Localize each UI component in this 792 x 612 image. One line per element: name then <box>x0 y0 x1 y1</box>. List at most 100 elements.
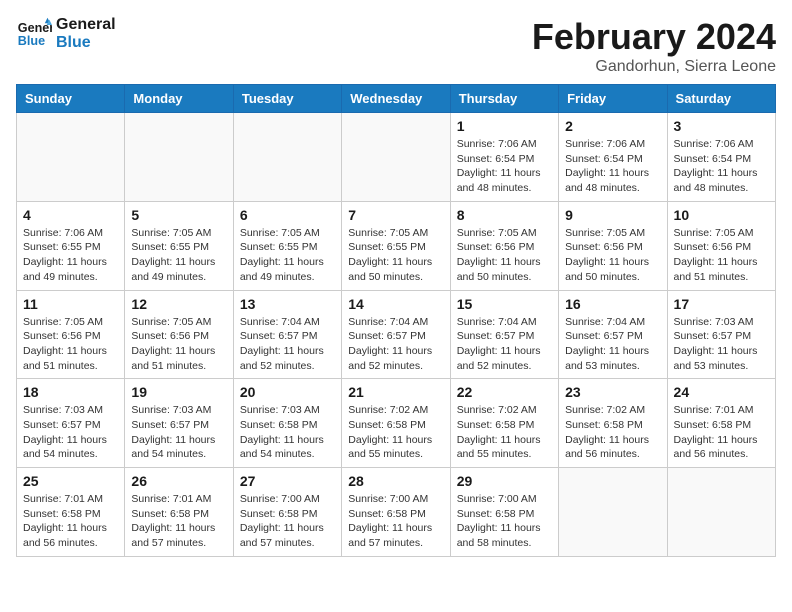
weekday-header-thursday: Thursday <box>450 85 558 113</box>
day-number: 8 <box>457 207 552 223</box>
day-info: Sunrise: 7:06 AM Sunset: 6:54 PM Dayligh… <box>457 137 552 196</box>
day-number: 27 <box>240 473 335 489</box>
calendar-cell: 8Sunrise: 7:05 AM Sunset: 6:56 PM Daylig… <box>450 201 558 290</box>
day-number: 1 <box>457 118 552 134</box>
day-number: 29 <box>457 473 552 489</box>
calendar-cell: 25 Sunrise: 7:01 AM Sunset: 6:58 PM Dayli… <box>17 468 125 557</box>
title-area: February 2024 Gandorhun, Sierra Leone <box>532 16 776 76</box>
day-number: 19 <box>131 384 226 400</box>
weekday-header-saturday: Saturday <box>667 85 775 113</box>
day-info: Sunrise: 7:01 AM Sunset: 6:58 PM Dayligh… <box>131 492 226 551</box>
week-row-2: 4 Sunrise: 7:06 AM Sunset: 6:55 PM Daylig… <box>17 201 776 290</box>
calendar-cell: 12Sunrise: 7:05 AM Sunset: 6:56 PM Dayli… <box>125 290 233 379</box>
logo-general: General <box>56 16 116 34</box>
calendar-cell: 14 Sunrise: 7:04 AM Sunset: 6:57 PM Dayli… <box>342 290 450 379</box>
day-info: Sunrise: 7:05 AM Sunset: 6:56 PM Dayligh… <box>565 226 660 285</box>
day-number: 15 <box>457 296 552 312</box>
day-info: Sunrise: 7:06 AM Sunset: 6:54 PM Dayligh… <box>674 137 769 196</box>
day-info: Sunrise: 7:06 AM Sunset: 6:54 PM Dayligh… <box>565 137 660 196</box>
day-number: 7 <box>348 207 443 223</box>
calendar-cell <box>233 113 341 202</box>
calendar-cell: 1 Sunrise: 7:06 AM Sunset: 6:54 PM Daylig… <box>450 113 558 202</box>
calendar-cell: 9 Sunrise: 7:05 AM Sunset: 6:56 PM Daylig… <box>559 201 667 290</box>
week-row-3: 11 Sunrise: 7:05 AM Sunset: 6:56 PM Dayli… <box>17 290 776 379</box>
day-info: Sunrise: 7:05 AM Sunset: 6:56 PM Dayligh… <box>23 315 118 374</box>
calendar-cell: 10 Sunrise: 7:05 AM Sunset: 6:56 PM Dayli… <box>667 201 775 290</box>
day-info: Sunrise: 7:01 AM Sunset: 6:58 PM Dayligh… <box>674 403 769 462</box>
day-number: 24 <box>674 384 769 400</box>
calendar-cell: 15 Sunrise: 7:04 AM Sunset: 6:57 PM Dayli… <box>450 290 558 379</box>
calendar-cell: 6Sunrise: 7:05 AM Sunset: 6:55 PM Daylig… <box>233 201 341 290</box>
calendar-cell: 18 Sunrise: 7:03 AM Sunset: 6:57 PM Dayli… <box>17 379 125 468</box>
day-info: Sunrise: 7:03 AM Sunset: 6:57 PM Dayligh… <box>131 403 226 462</box>
calendar-cell: 17Sunrise: 7:03 AM Sunset: 6:57 PM Dayli… <box>667 290 775 379</box>
day-info: Sunrise: 7:04 AM Sunset: 6:57 PM Dayligh… <box>240 315 335 374</box>
calendar-cell: 11 Sunrise: 7:05 AM Sunset: 6:56 PM Dayli… <box>17 290 125 379</box>
day-info: Sunrise: 7:05 AM Sunset: 6:56 PM Dayligh… <box>674 226 769 285</box>
calendar-cell: 24 Sunrise: 7:01 AM Sunset: 6:58 PM Dayli… <box>667 379 775 468</box>
calendar-cell: 7 Sunrise: 7:05 AM Sunset: 6:55 PM Daylig… <box>342 201 450 290</box>
day-number: 16 <box>565 296 660 312</box>
day-number: 14 <box>348 296 443 312</box>
calendar-cell: 13 Sunrise: 7:04 AM Sunset: 6:57 PM Dayli… <box>233 290 341 379</box>
day-number: 4 <box>23 207 118 223</box>
day-info: Sunrise: 7:01 AM Sunset: 6:58 PM Dayligh… <box>23 492 118 551</box>
weekday-header-tuesday: Tuesday <box>233 85 341 113</box>
calendar-cell: 3 Sunrise: 7:06 AM Sunset: 6:54 PM Daylig… <box>667 113 775 202</box>
day-number: 17 <box>674 296 769 312</box>
day-info: Sunrise: 7:04 AM Sunset: 6:57 PM Dayligh… <box>348 315 443 374</box>
calendar-cell: 21 Sunrise: 7:02 AM Sunset: 6:58 PM Dayli… <box>342 379 450 468</box>
day-number: 23 <box>565 384 660 400</box>
calendar-cell: 27Sunrise: 7:00 AM Sunset: 6:58 PM Dayli… <box>233 468 341 557</box>
weekday-header-row: SundayMondayTuesdayWednesdayThursdayFrid… <box>17 85 776 113</box>
day-number: 18 <box>23 384 118 400</box>
header: General Blue General Blue February 2024 … <box>16 16 776 76</box>
calendar-cell: 4 Sunrise: 7:06 AM Sunset: 6:55 PM Daylig… <box>17 201 125 290</box>
week-row-5: 25 Sunrise: 7:01 AM Sunset: 6:58 PM Dayli… <box>17 468 776 557</box>
logo-blue: Blue <box>56 34 116 52</box>
day-number: 10 <box>674 207 769 223</box>
day-info: Sunrise: 7:05 AM Sunset: 6:55 PM Dayligh… <box>348 226 443 285</box>
calendar-table: SundayMondayTuesdayWednesdayThursdayFrid… <box>16 84 776 557</box>
day-number: 21 <box>348 384 443 400</box>
weekday-header-monday: Monday <box>125 85 233 113</box>
calendar-cell <box>559 468 667 557</box>
logo: General Blue General Blue <box>16 16 116 52</box>
day-number: 2 <box>565 118 660 134</box>
day-info: Sunrise: 7:04 AM Sunset: 6:57 PM Dayligh… <box>457 315 552 374</box>
calendar-cell: 26 Sunrise: 7:01 AM Sunset: 6:58 PM Dayli… <box>125 468 233 557</box>
day-info: Sunrise: 7:05 AM Sunset: 6:55 PM Dayligh… <box>131 226 226 285</box>
day-number: 13 <box>240 296 335 312</box>
svg-text:Blue: Blue <box>18 34 45 48</box>
day-number: 26 <box>131 473 226 489</box>
calendar-cell <box>342 113 450 202</box>
day-number: 6 <box>240 207 335 223</box>
page-subtitle: Gandorhun, Sierra Leone <box>532 58 776 76</box>
day-info: Sunrise: 7:06 AM Sunset: 6:55 PM Dayligh… <box>23 226 118 285</box>
calendar-cell <box>667 468 775 557</box>
day-number: 28 <box>348 473 443 489</box>
day-number: 20 <box>240 384 335 400</box>
day-number: 9 <box>565 207 660 223</box>
day-number: 11 <box>23 296 118 312</box>
calendar-cell: 29 Sunrise: 7:00 AM Sunset: 6:58 PM Dayli… <box>450 468 558 557</box>
day-info: Sunrise: 7:00 AM Sunset: 6:58 PM Dayligh… <box>457 492 552 551</box>
weekday-header-friday: Friday <box>559 85 667 113</box>
calendar-cell: 19 Sunrise: 7:03 AM Sunset: 6:57 PM Dayli… <box>125 379 233 468</box>
day-number: 25 <box>23 473 118 489</box>
week-row-4: 18 Sunrise: 7:03 AM Sunset: 6:57 PM Dayli… <box>17 379 776 468</box>
calendar-cell <box>125 113 233 202</box>
calendar-cell: 5Sunrise: 7:05 AM Sunset: 6:55 PM Daylig… <box>125 201 233 290</box>
day-info: Sunrise: 7:05 AM Sunset: 6:56 PM Dayligh… <box>131 315 226 374</box>
day-info: Sunrise: 7:04 AM Sunset: 6:57 PM Dayligh… <box>565 315 660 374</box>
logo-icon: General Blue <box>16 16 52 52</box>
day-info: Sunrise: 7:02 AM Sunset: 6:58 PM Dayligh… <box>348 403 443 462</box>
calendar-cell: 23Sunrise: 7:02 AM Sunset: 6:58 PM Dayli… <box>559 379 667 468</box>
day-number: 3 <box>674 118 769 134</box>
page-title: February 2024 <box>532 16 776 58</box>
day-info: Sunrise: 7:03 AM Sunset: 6:57 PM Dayligh… <box>23 403 118 462</box>
calendar-cell: 28Sunrise: 7:00 AM Sunset: 6:58 PM Dayli… <box>342 468 450 557</box>
calendar-cell: 20 Sunrise: 7:03 AM Sunset: 6:58 PM Dayli… <box>233 379 341 468</box>
weekday-header-sunday: Sunday <box>17 85 125 113</box>
day-info: Sunrise: 7:03 AM Sunset: 6:58 PM Dayligh… <box>240 403 335 462</box>
